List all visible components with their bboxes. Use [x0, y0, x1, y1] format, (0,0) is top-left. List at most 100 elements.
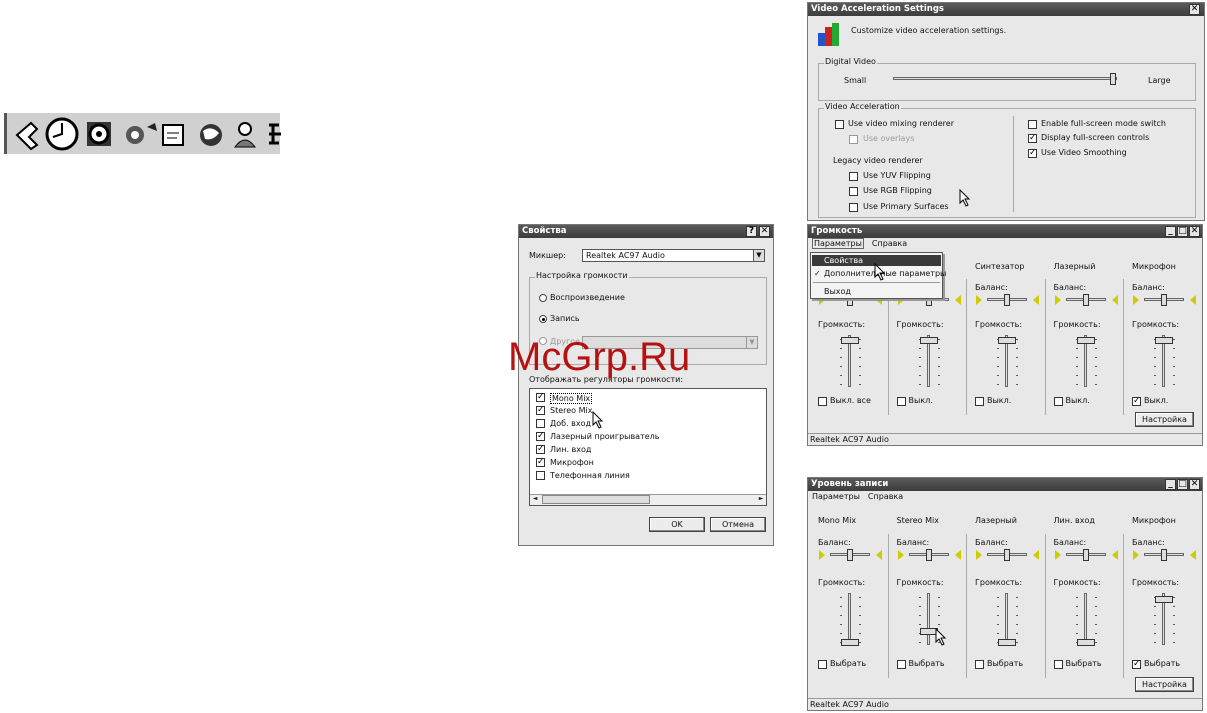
- yuv-checkbox[interactable]: [849, 172, 858, 181]
- close-button[interactable]: ✕: [1189, 479, 1200, 490]
- playback-radio[interactable]: [539, 294, 547, 302]
- volume-slider[interactable]: [1083, 593, 1087, 645]
- horizontal-scrollbar[interactable]: ◄ ►: [530, 494, 766, 505]
- cancel-button[interactable]: Отмена: [710, 517, 766, 532]
- scroll-left-icon[interactable]: ◄: [530, 495, 540, 504]
- volume-slider-thumb[interactable]: [1076, 337, 1095, 344]
- column-label: Stereo Mix: [896, 516, 939, 525]
- scrollbar-thumb[interactable]: [542, 495, 650, 504]
- list-item-checkbox[interactable]: ✓: [536, 445, 545, 454]
- list-item[interactable]: Телефонная линия: [534, 470, 754, 482]
- menu-item-exit[interactable]: Выход: [824, 287, 851, 296]
- volume-tick: [1154, 615, 1156, 616]
- menu-help[interactable]: Справка: [872, 239, 907, 248]
- menu-help[interactable]: Справка: [868, 492, 903, 501]
- balance-slider-thumb[interactable]: [1004, 549, 1010, 561]
- scroll-right-icon[interactable]: ►: [756, 495, 766, 504]
- list-item-label: Телефонная линия: [550, 471, 630, 480]
- list-item-checkbox[interactable]: [536, 419, 545, 428]
- list-item[interactable]: ✓ Лин. вход: [534, 444, 754, 456]
- volume-slider-thumb[interactable]: [919, 337, 938, 344]
- balance-slider-thumb[interactable]: [1161, 549, 1167, 561]
- select-checkbox[interactable]: [975, 660, 984, 669]
- select-checkbox[interactable]: ✓: [1132, 397, 1141, 406]
- volume-slider-thumb[interactable]: [1155, 337, 1173, 344]
- list-item-checkbox[interactable]: ✓: [536, 458, 545, 467]
- select-checkbox[interactable]: [1053, 397, 1063, 406]
- maximize-button[interactable]: □: [1177, 479, 1188, 490]
- select-checkbox[interactable]: [975, 397, 984, 406]
- volume-slider-thumb[interactable]: [841, 639, 859, 646]
- document-icon[interactable]: [162, 124, 184, 146]
- volume-slider-thumb[interactable]: [841, 337, 859, 344]
- gear-icon[interactable]: [126, 123, 157, 144]
- menu-params[interactable]: Параметры: [812, 492, 860, 501]
- user-icon[interactable]: [234, 122, 256, 148]
- network-icon[interactable]: [269, 123, 281, 145]
- fullscreen-switch-checkbox[interactable]: [1028, 120, 1037, 129]
- volume-slider-thumb[interactable]: [998, 337, 1016, 344]
- digital-video-slider-thumb[interactable]: [1109, 73, 1116, 85]
- select-checkbox[interactable]: [896, 397, 906, 406]
- select-checkbox[interactable]: [1053, 660, 1063, 669]
- list-item[interactable]: ✓ Лазерный проигрыватель: [534, 431, 754, 443]
- select-checkbox[interactable]: [818, 397, 827, 406]
- select-checkbox[interactable]: ✓: [1132, 660, 1141, 669]
- close-button[interactable]: ✕: [1189, 226, 1200, 237]
- advanced-button[interactable]: Настройка: [1135, 412, 1194, 427]
- volume-label: Громкость:: [1053, 320, 1101, 329]
- clock-icon[interactable]: [45, 117, 79, 151]
- balance-slider-thumb[interactable]: [1004, 294, 1010, 306]
- volume-slider-thumb[interactable]: [1076, 639, 1095, 646]
- chevron-down-icon[interactable]: ▼: [753, 250, 764, 261]
- close-button[interactable]: ✕: [1189, 4, 1200, 15]
- balance-slider-thumb[interactable]: [925, 549, 932, 561]
- balance-slider-thumb[interactable]: [1082, 549, 1089, 561]
- help-button[interactable]: ?: [746, 226, 757, 237]
- maximize-button[interactable]: □: [1177, 226, 1188, 237]
- smoothing-checkbox[interactable]: ✓: [1028, 149, 1037, 158]
- balance-slider-thumb[interactable]: [847, 549, 853, 561]
- list-item[interactable]: ✓ Mono Mix: [534, 392, 754, 404]
- volume-tick: [1016, 375, 1018, 376]
- digital-video-slider[interactable]: [893, 77, 1117, 80]
- volume-slider[interactable]: [926, 593, 930, 645]
- list-item[interactable]: ✓ Stereo Mix: [534, 405, 754, 417]
- record-radio[interactable]: [539, 315, 547, 323]
- mixing-checkbox[interactable]: [835, 120, 844, 129]
- volume-slider[interactable]: [848, 593, 851, 645]
- select-checkbox[interactable]: [818, 660, 827, 669]
- balance-slider-thumb[interactable]: [1082, 294, 1089, 306]
- overlays-checkbox[interactable]: [849, 135, 858, 144]
- ok-button[interactable]: OK: [649, 517, 705, 532]
- chevron-down-icon[interactable]: ▼: [746, 337, 757, 348]
- minimize-button[interactable]: _: [1165, 226, 1176, 237]
- volume-slider-thumb[interactable]: [998, 639, 1016, 646]
- volume-slider-thumb[interactable]: [1155, 596, 1173, 603]
- list-item-checkbox[interactable]: ✓: [536, 406, 545, 415]
- list-item-checkbox[interactable]: ✓: [536, 393, 545, 402]
- list-item-checkbox[interactable]: [536, 471, 545, 480]
- list-item[interactable]: ✓ Микрофон: [534, 457, 754, 469]
- controls-list[interactable]: ✓ Mono Mix ✓ Stereo Mix Доб. вход ✓ Лазерный п…: [529, 388, 767, 506]
- close-button[interactable]: ✕: [759, 226, 770, 237]
- menu-params[interactable]: Параметры: [812, 238, 864, 249]
- balance-slider-thumb[interactable]: [1161, 294, 1167, 306]
- list-item-checkbox[interactable]: ✓: [536, 432, 545, 441]
- advanced-button[interactable]: Настройка: [1135, 677, 1194, 692]
- list-item[interactable]: Доб. вход: [534, 418, 754, 430]
- disc-icon[interactable]: [87, 122, 111, 146]
- volume-tick: [918, 384, 921, 385]
- mixer-select[interactable]: Realtek AC97 Audio ▼: [582, 249, 765, 262]
- volume-slider[interactable]: [1005, 593, 1008, 645]
- primary-checkbox[interactable]: [849, 203, 858, 212]
- volume-tick: [1173, 606, 1175, 607]
- rgb-checkbox[interactable]: [849, 187, 858, 196]
- select-checkbox[interactable]: [896, 660, 906, 669]
- fullscreen-controls-checkbox[interactable]: ✓: [1028, 134, 1037, 143]
- globe-icon[interactable]: [200, 124, 222, 146]
- minimize-button[interactable]: _: [1165, 479, 1176, 490]
- volume-tick: [1094, 597, 1097, 598]
- video-acceleration-title: Video Acceleration: [824, 102, 901, 111]
- back-arrow-icon[interactable]: [15, 121, 39, 151]
